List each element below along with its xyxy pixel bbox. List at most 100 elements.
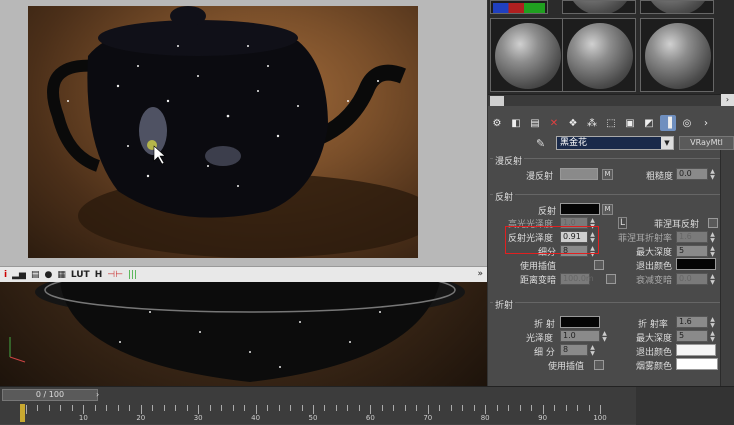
timeline-tick bbox=[117, 405, 119, 411]
lut-icon[interactable]: LUT bbox=[71, 268, 90, 282]
roughness-label: 粗糙度 bbox=[646, 172, 674, 182]
viewport-teapot bbox=[9, 282, 465, 382]
refract-max-depth-spinner[interactable]: 5 ▲ ▼ bbox=[676, 330, 715, 343]
timeline-tick bbox=[439, 405, 441, 411]
timeline-tick bbox=[60, 405, 62, 411]
ior-spinner[interactable]: 1.6 ▲ ▼ bbox=[676, 316, 715, 329]
refract-interp-checkbox[interactable] bbox=[594, 360, 604, 370]
panel-scrollbar[interactable] bbox=[720, 150, 734, 386]
dim-falloff-spinner[interactable]: 0.0 ▲ ▼ bbox=[676, 273, 715, 286]
sample-slot[interactable] bbox=[490, 18, 564, 92]
ior-label: 折 射率 bbox=[638, 320, 668, 330]
go-parent-icon[interactable]: ◎ bbox=[679, 115, 695, 131]
go-sibling-icon[interactable]: › bbox=[698, 115, 714, 131]
timeline-tick bbox=[175, 405, 177, 411]
refract-exit-color-label: 退出颜色 bbox=[636, 348, 673, 358]
reflect-map-button[interactable]: M bbox=[602, 204, 613, 215]
refract-max-depth-label: 最大深度 bbox=[636, 334, 673, 344]
timeline-tick bbox=[221, 405, 223, 411]
timeline-tick bbox=[370, 405, 372, 414]
track-bar[interactable]: 10 20 30 40 50 60 70 80 90 100 bbox=[24, 403, 636, 423]
refract-subdivs-spinner[interactable]: 8 ▲ ▼ bbox=[560, 344, 595, 357]
assign-material-icon[interactable]: ▤ bbox=[527, 115, 543, 131]
dim-distance-spinner[interactable]: 100.0m bbox=[560, 273, 594, 285]
unique-icon[interactable]: ⁂ bbox=[584, 115, 600, 131]
document-icon[interactable]: ▤ bbox=[31, 268, 40, 282]
refl-interp-checkbox[interactable] bbox=[594, 260, 604, 270]
lock-button[interactable]: L bbox=[618, 217, 628, 229]
timeline-tick bbox=[335, 405, 337, 411]
fresnel-checkbox[interactable] bbox=[708, 218, 718, 228]
viewport[interactable]: i ▂▅ ▤ ● ▦ LUT H ⊣⊢ ||| » bbox=[0, 0, 487, 386]
timeline-tick bbox=[519, 405, 521, 411]
eyedropper-icon[interactable]: ✎ bbox=[536, 137, 545, 150]
put-material-icon[interactable]: ◧ bbox=[508, 115, 524, 131]
timeline-tick bbox=[542, 405, 544, 414]
h-icon[interactable]: H bbox=[95, 268, 103, 282]
timeline-tick bbox=[83, 405, 85, 414]
sample-slots bbox=[488, 0, 734, 94]
refract-gloss-label: 光泽度 bbox=[526, 334, 554, 344]
timeline-tick bbox=[600, 405, 601, 414]
scroll-right-icon[interactable]: › bbox=[721, 94, 734, 106]
chevron-down-icon[interactable]: ▼ bbox=[661, 137, 673, 149]
diffuse-map-button[interactable]: M bbox=[602, 169, 613, 180]
material-type-button[interactable]: VRayMtl bbox=[679, 136, 734, 150]
timeline-tick bbox=[347, 405, 349, 411]
diffuse-color-swatch[interactable] bbox=[560, 168, 598, 180]
timeline-tick bbox=[554, 405, 556, 411]
show-end-result-icon[interactable]: ▐ bbox=[660, 115, 676, 131]
timeline-tick-label: 100 bbox=[593, 414, 607, 422]
refl-exit-color-swatch[interactable] bbox=[676, 258, 716, 270]
sample-slot[interactable] bbox=[640, 0, 714, 14]
record-icon[interactable]: ● bbox=[44, 268, 52, 282]
time-slider[interactable]: 0 / 100 bbox=[2, 389, 98, 401]
timeline-tick bbox=[106, 405, 108, 411]
sample-scrollbar[interactable] bbox=[488, 94, 722, 106]
timeline-tick bbox=[129, 405, 131, 411]
refract-color-swatch[interactable] bbox=[560, 316, 600, 328]
fog-color-swatch[interactable] bbox=[676, 358, 718, 370]
color-bars-icon[interactable]: ||| bbox=[128, 268, 137, 282]
timeline-tick bbox=[416, 405, 418, 411]
info-icon[interactable]: i bbox=[4, 268, 7, 282]
material-name-field[interactable]: 黑金花 ▼ bbox=[556, 136, 674, 150]
show-map-icon[interactable]: ◩ bbox=[641, 115, 657, 131]
animation-controls bbox=[636, 387, 734, 425]
reflect-label: 反射 bbox=[538, 207, 557, 217]
timeline-tick bbox=[358, 405, 360, 411]
effects-channel-icon[interactable]: ▣ bbox=[622, 115, 638, 131]
refl-gloss-highlight bbox=[505, 226, 599, 254]
roughness-spinner[interactable]: 0.0 ▲ ▼ bbox=[676, 168, 715, 181]
sample-slot[interactable] bbox=[640, 18, 714, 92]
material-toolbar: ⚙ ◧ ▤ ✕ ❖ ⁂ ⬚ ▣ ◩ ▐ ◎ › bbox=[488, 112, 734, 134]
timeline-tick bbox=[577, 405, 579, 411]
sample-slot[interactable] bbox=[562, 0, 636, 14]
refract-label: 折 射 bbox=[534, 320, 555, 330]
render-frame-window[interactable]: i ▂▅ ▤ ● ▦ LUT H ⊣⊢ ||| » bbox=[0, 0, 487, 282]
render-image bbox=[28, 6, 418, 258]
sample-slot[interactable] bbox=[490, 0, 548, 14]
sample-slot[interactable] bbox=[562, 18, 636, 92]
channel-icon[interactable]: ⊣⊢ bbox=[107, 268, 123, 282]
refract-gloss-spinner[interactable]: 1.0 ▲ ▼ bbox=[560, 330, 607, 343]
library-icon[interactable]: ⬚ bbox=[603, 115, 619, 131]
delete-icon[interactable]: ✕ bbox=[546, 115, 562, 131]
timeline-tick bbox=[209, 405, 211, 411]
timeline-tick bbox=[462, 405, 464, 411]
dim-distance-checkbox[interactable] bbox=[606, 274, 616, 284]
timeline-tick bbox=[37, 405, 39, 411]
timeline-tick-label: 50 bbox=[308, 414, 318, 422]
next-frame-icon[interactable]: › bbox=[96, 389, 106, 401]
reflect-color-swatch[interactable] bbox=[560, 203, 600, 215]
get-material-icon[interactable]: ⚙ bbox=[489, 115, 505, 131]
timeline-tick bbox=[508, 405, 510, 411]
refract-exit-color-swatch[interactable] bbox=[676, 344, 716, 356]
expand-icon[interactable]: » bbox=[477, 267, 483, 281]
grid-icon[interactable]: ▦ bbox=[57, 268, 66, 282]
histogram-icon[interactable]: ▂▅ bbox=[12, 268, 26, 282]
fresnel-ior-spinner[interactable]: 1.6 ▲ ▼ bbox=[676, 231, 715, 244]
copy-material-icon[interactable]: ❖ bbox=[565, 115, 581, 131]
refl-max-depth-spinner[interactable]: 5 ▲ ▼ bbox=[676, 245, 715, 258]
timeline-tick bbox=[324, 405, 326, 411]
